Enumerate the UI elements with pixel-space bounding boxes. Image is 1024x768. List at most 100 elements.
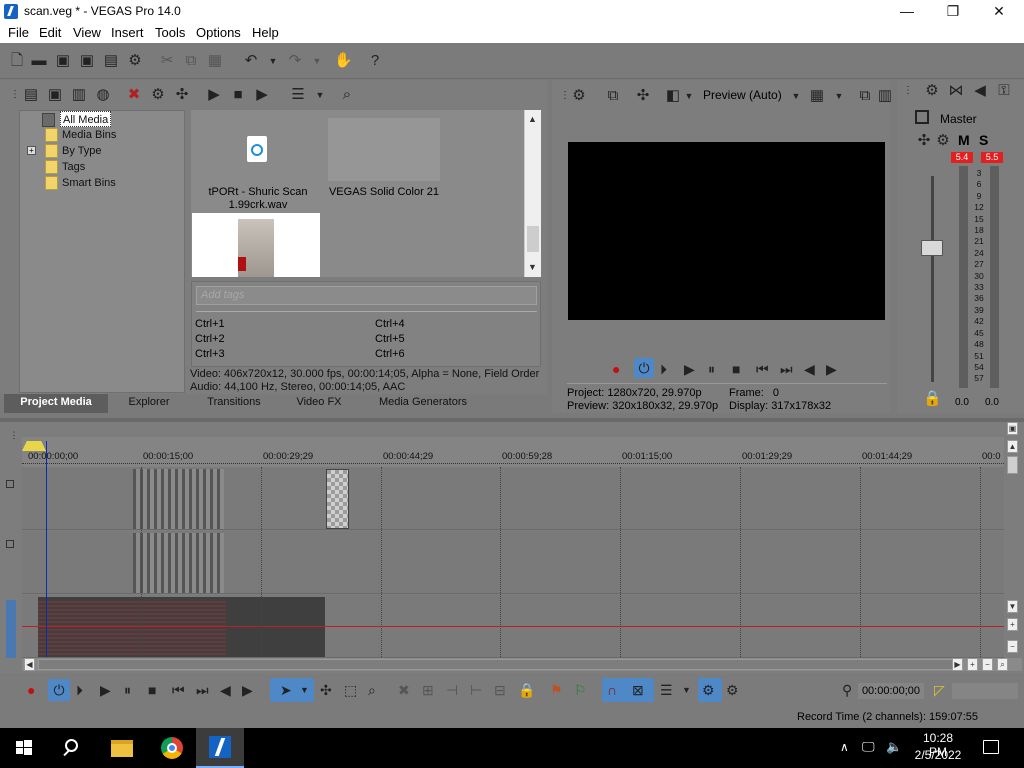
- properties-gear-icon[interactable]: ⚙: [126, 52, 144, 70]
- capture-video-icon[interactable]: ▣: [46, 86, 64, 104]
- audio-track[interactable]: [22, 595, 1004, 658]
- loop-region-icon[interactable]: ◸: [934, 682, 945, 698]
- previous-frame-icon[interactable]: ◀: [220, 682, 231, 698]
- mute-button[interactable]: M: [958, 132, 970, 148]
- tab-media-generators[interactable]: Media Generators: [360, 394, 486, 413]
- media-item-audio-label[interactable]: tPORt - Shuric Scan 1.99crk.wav: [195, 186, 321, 212]
- shortcut-ctrl3[interactable]: Ctrl+3: [195, 347, 225, 362]
- marker-pin-icon[interactable]: ⚲: [842, 682, 852, 698]
- next-frame-icon[interactable]: ▶: [826, 361, 837, 377]
- scroll-left-icon[interactable]: ◀: [24, 658, 35, 671]
- split-icon[interactable]: ⊟: [494, 682, 506, 698]
- play-from-start-icon[interactable]: ⏵: [660, 361, 667, 377]
- scroll-up-icon[interactable]: ▲: [1007, 440, 1018, 453]
- vegas-taskbar-icon[interactable]: [196, 728, 244, 768]
- media-fx-gear-icon[interactable]: ⚙: [149, 86, 167, 104]
- render-icon[interactable]: ▤: [102, 52, 120, 70]
- loop-region-marker[interactable]: [22, 441, 46, 451]
- tree-item-smart-bins[interactable]: Smart Bins: [45, 175, 116, 191]
- video-thumbnail[interactable]: [192, 213, 320, 277]
- lock-event-icon[interactable]: 🔒: [518, 682, 535, 698]
- insert-region-icon[interactable]: ⚐: [574, 682, 587, 698]
- pan-crop-icon[interactable]: ✣: [173, 86, 191, 104]
- lock-envelopes-icon[interactable]: ⚙: [702, 682, 715, 698]
- undo-dropdown-icon[interactable]: ▼: [264, 52, 282, 70]
- tab-explorer[interactable]: Explorer: [110, 394, 188, 413]
- horizontal-scroll-thumb[interactable]: [38, 659, 958, 670]
- zoom-tool-icon[interactable]: ⌕: [997, 658, 1008, 671]
- open-folder-icon[interactable]: ▬: [30, 52, 48, 70]
- master-fader[interactable]: [921, 240, 943, 256]
- record-icon[interactable]: ●: [27, 682, 35, 698]
- edit-tool-dropdown-icon[interactable]: ▼: [300, 682, 309, 698]
- solid-color-thumbnail[interactable]: [328, 118, 440, 181]
- record-icon[interactable]: ●: [612, 361, 620, 377]
- menu-options[interactable]: Options: [196, 25, 241, 40]
- tab-video-fx[interactable]: Video FX: [280, 394, 358, 413]
- video-event-stripes[interactable]: [133, 469, 224, 529]
- auto-crossfade-icon[interactable]: ⊠: [632, 682, 644, 698]
- preview-properties-gear-icon[interactable]: ⚙: [570, 87, 588, 105]
- menu-view[interactable]: View: [73, 25, 101, 40]
- zoom-in-tracks-icon[interactable]: +: [1007, 618, 1018, 631]
- views-dropdown-icon[interactable]: ▼: [311, 86, 329, 104]
- undo-icon[interactable]: ↶: [242, 52, 260, 70]
- clock-date[interactable]: 2/5/2022: [914, 748, 962, 762]
- paste-icon[interactable]: ▦: [206, 52, 224, 70]
- tree-item-media-bins[interactable]: Media Bins: [45, 127, 116, 143]
- scroll-down-icon[interactable]: ▼: [528, 262, 537, 272]
- bus-gear-icon[interactable]: ⚙: [934, 132, 952, 150]
- start-button[interactable]: [0, 728, 48, 768]
- ripple-dropdown-icon[interactable]: ▼: [682, 682, 691, 698]
- copy-icon[interactable]: ⧉: [182, 52, 200, 70]
- peak-right[interactable]: 5.5: [981, 152, 1003, 163]
- play-preview-icon[interactable]: ▶: [205, 86, 223, 104]
- volume-envelope[interactable]: [22, 626, 1004, 627]
- loop-playback-icon[interactable]: ⏻: [634, 358, 654, 378]
- split-screen-icon[interactable]: ✣: [634, 87, 652, 105]
- timeline-horizontal-scrollbar[interactable]: ◀ ▶ + − ⌕: [22, 658, 1022, 671]
- video-track-2[interactable]: [22, 531, 1004, 594]
- go-to-start-icon[interactable]: ⏮: [172, 682, 185, 698]
- trim-start-icon[interactable]: ⊣: [446, 682, 458, 698]
- play-icon[interactable]: ▶: [100, 682, 111, 698]
- normal-edit-tool-icon[interactable]: ➤: [280, 682, 292, 698]
- overlays-grid-icon[interactable]: ▦: [808, 87, 826, 105]
- pause-icon[interactable]: ⏸: [708, 361, 715, 377]
- scroll-right-icon[interactable]: ▶: [952, 658, 963, 671]
- insert-marker-icon[interactable]: ⚑: [550, 682, 563, 698]
- mixer-properties-gear-icon[interactable]: ⚙: [923, 82, 941, 100]
- track-header-2[interactable]: [6, 540, 14, 548]
- zoom-out-tracks-icon[interactable]: −: [1007, 640, 1018, 653]
- track-header-3[interactable]: [6, 600, 16, 658]
- go-to-end-icon[interactable]: ⏭: [196, 682, 209, 698]
- action-center-icon[interactable]: [983, 740, 999, 754]
- copy-snapshot-icon[interactable]: ⧉: [856, 87, 874, 105]
- shortcut-ctrl5[interactable]: Ctrl+5: [375, 332, 405, 347]
- shortcut-ctrl6[interactable]: Ctrl+6: [375, 347, 405, 362]
- maximize-button[interactable]: ❐: [930, 0, 976, 24]
- minimize-button[interactable]: —: [884, 0, 930, 24]
- save-snapshot-icon[interactable]: ▥: [876, 87, 894, 105]
- thumbnail-scrollbar[interactable]: ▲ ▼: [524, 110, 541, 277]
- external-monitor-icon[interactable]: ⧉: [604, 87, 622, 105]
- tree-item-by-type[interactable]: By Type: [45, 143, 102, 159]
- bus-fx-icon[interactable]: ✣: [915, 132, 933, 150]
- timeline-ruler[interactable]: 00:00:00;00 00:00:15;00 00:00:29;29 00:0…: [22, 437, 1004, 467]
- help-whats-this-icon[interactable]: ?: [366, 52, 384, 70]
- ripple-edit-icon[interactable]: ☰: [660, 682, 673, 698]
- splitter[interactable]: [0, 418, 1024, 422]
- get-media-web-icon[interactable]: ▥: [70, 86, 88, 104]
- tree-item-all-media[interactable]: All Media: [42, 111, 112, 127]
- show-hidden-icons[interactable]: ∧: [840, 740, 849, 754]
- tab-project-media[interactable]: Project Media: [4, 394, 108, 413]
- video-event-stripes[interactable]: [133, 533, 224, 593]
- menu-file[interactable]: File: [8, 25, 29, 40]
- scroll-up-icon[interactable]: ▲: [528, 114, 537, 124]
- zoom-out-time-icon[interactable]: −: [982, 658, 993, 671]
- scroll-thumb[interactable]: [527, 226, 539, 252]
- network-icon[interactable]: 🖵: [862, 739, 875, 755]
- preview-quality[interactable]: Preview (Auto): [703, 88, 782, 102]
- timeline-grip-icon[interactable]: ⋮: [5, 426, 23, 444]
- pause-icon[interactable]: ⏸: [124, 682, 131, 698]
